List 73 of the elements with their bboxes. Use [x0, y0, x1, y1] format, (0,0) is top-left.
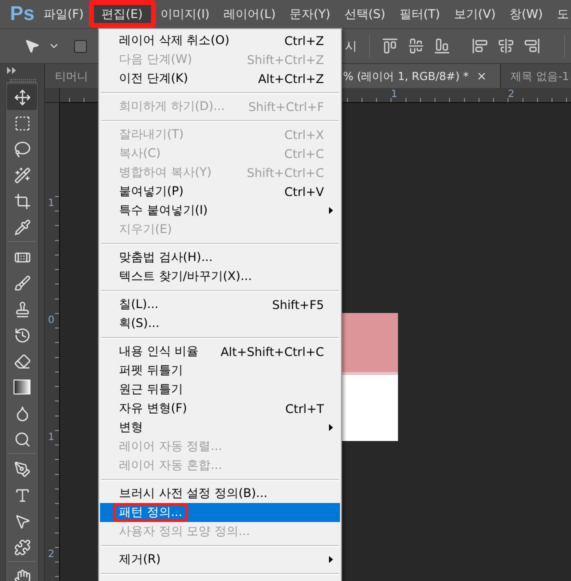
ruler-number: 1 — [48, 199, 54, 209]
menu-item[interactable]: 레이어 삭제 취소(O) Ctrl+Z — [100, 31, 340, 50]
shortcut-text: Shift+Ctrl+Z — [247, 52, 324, 66]
move-tool-icon[interactable] — [24, 38, 40, 54]
lasso-icon — [14, 140, 30, 158]
align-middle-icon[interactable] — [408, 38, 424, 54]
puzzle-icon — [14, 538, 30, 556]
menu-item[interactable]: 변형 — [100, 418, 340, 437]
ruler-number: 0 — [48, 316, 54, 326]
move-icon — [14, 88, 30, 106]
stamp-icon — [14, 300, 30, 318]
shortcut-text: Shift+F5 — [272, 298, 324, 312]
menu-bar-item[interactable]: 편집(E) — [88, 0, 156, 28]
document-tab[interactable]: 제목 없음-1 — [500, 64, 571, 88]
shortcut-text: Ctrl+C — [284, 146, 324, 160]
magic-wand-icon — [14, 166, 30, 184]
gradient-icon — [13, 379, 31, 395]
menu-item[interactable]: 획(S)... — [100, 314, 340, 333]
shortcut-text: Alt+Shift+Ctrl+C — [220, 344, 324, 358]
ruler-number: 1 — [391, 90, 398, 100]
checkbox[interactable] — [74, 40, 87, 52]
align-bottom-icon[interactable] — [434, 38, 450, 54]
shortcut-text: Ctrl+T — [285, 402, 324, 416]
history-brush-icon — [14, 326, 30, 344]
menu-bar-item[interactable]: 문자(Y) — [284, 2, 336, 26]
menu-item[interactable]: 브러시 사전 설정 정의(B)... — [100, 484, 340, 503]
align-center-icon[interactable] — [498, 38, 514, 54]
eyedropper-icon — [14, 218, 30, 236]
double-chevron-icon[interactable] — [7, 67, 17, 74]
menu-item[interactable]: 칠(L)... Shift+F5 — [100, 295, 340, 314]
menu-item[interactable]: 자유 변형(F) Ctrl+T — [100, 399, 340, 418]
magnifier-icon — [14, 430, 30, 448]
menu-bar-item[interactable]: 도 — [552, 2, 571, 26]
menu-item[interactable]: 패턴 정의... — [100, 503, 340, 522]
ruler-number: 2 — [48, 550, 54, 560]
menu-item[interactable]: 내용 인식 비율 Alt+Shift+Ctrl+C — [100, 342, 340, 361]
pen-icon — [14, 460, 30, 478]
shortcut-text: Ctrl+Z — [284, 34, 324, 48]
menu-item[interactable]: 원근 뒤틀기 — [100, 380, 340, 399]
menu-bar-item[interactable]: 파일(F) — [38, 2, 89, 26]
menu-bar-item[interactable]: 이미지(I) — [156, 2, 215, 26]
option-label: 시 — [345, 38, 357, 54]
pointer-icon — [14, 512, 30, 530]
menu-item[interactable]: 붙여넣기(P) Ctrl+V — [100, 182, 340, 201]
shortcut-text: Shift+Ctrl+C — [246, 166, 324, 180]
menu-bar-item[interactable]: 보기(V) — [449, 2, 501, 26]
menu-item[interactable]: 맞춤법 검사(H)... — [100, 248, 340, 267]
shortcut-text: Alt+Ctrl+Z — [258, 72, 324, 86]
align-left-icon[interactable] — [472, 38, 488, 54]
app-logo: Ps — [10, 2, 34, 26]
shortcut-text: Ctrl+X — [284, 128, 324, 142]
align-right-icon[interactable] — [524, 38, 540, 54]
menu-item[interactable]: 제거(R) — [100, 550, 340, 569]
shortcut-text: Ctrl+V — [284, 184, 324, 198]
dashed-square-icon — [14, 114, 30, 132]
type-icon — [14, 486, 30, 504]
menu-item[interactable]: 텍스트 찾기/바꾸기(X)... — [100, 267, 340, 286]
menu-item[interactable]: 특수 붙여넣기(I) — [100, 201, 340, 220]
shortcut-text: Shift+Ctrl+F — [248, 100, 324, 114]
align-top-icon[interactable] — [382, 38, 398, 54]
menu-item[interactable]: 퍼펫 뒤틀기 — [100, 361, 340, 380]
menu-bar-item[interactable]: 선택(S) — [339, 2, 390, 26]
ruler-number: 2 — [508, 90, 514, 100]
hand-icon — [14, 568, 30, 581]
menu-bar-item[interactable]: 창(W) — [504, 2, 548, 26]
crop-icon — [14, 192, 30, 210]
menu-bar-item[interactable]: 레이어(L) — [218, 2, 281, 26]
brush-icon — [14, 274, 30, 292]
ruler-number: 1 — [48, 433, 54, 443]
tool-button[interactable] — [7, 84, 37, 110]
eraser-icon — [14, 352, 30, 370]
menu-bar-item[interactable]: 필터(T) — [394, 2, 446, 26]
close-icon[interactable]: × — [476, 69, 487, 83]
